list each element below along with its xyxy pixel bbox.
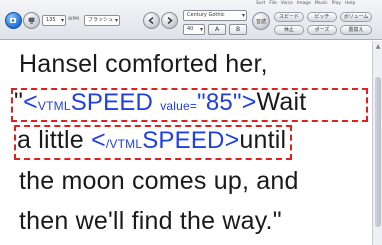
tag-prefix: VTML [37,99,71,113]
speed-unit-label: WPM [68,17,80,22]
text-line-2: "<VTMLSPEED value="85">Wait [14,85,306,119]
color-a-label: A [214,26,220,33]
menu-item[interactable]: Play [332,0,341,8]
text-color-b-button[interactable]: B [229,24,247,35]
vertical-scrollbar[interactable]: ▲ [372,41,382,245]
pitch-button[interactable]: ピッチ [307,12,337,22]
vtml-speed-close-tag: </VTMLSPEED> [91,126,239,154]
font-size-select[interactable]: 40 [183,24,205,35]
scroll-up-icon[interactable]: ▲ [374,43,382,51]
play-icon [10,18,16,23]
vtml-speed-open-tag: <VTMLSPEED value="85"> [23,88,256,116]
voice-select[interactable]: フラッシュ [84,15,120,26]
font-name-value: Century Gothic [187,12,225,18]
play-button[interactable] [5,12,22,29]
line3-leading-text: a little [17,126,92,154]
menu-item[interactable]: Voice [281,0,293,8]
menu-item[interactable]: File [269,0,277,8]
text-editor[interactable]: Hansel comforted her, "<VTMLSPEED value=… [0,41,372,245]
menu-item[interactable]: Image [297,0,311,8]
speak-button[interactable]: 音読 [252,12,270,30]
voice-select-value: フラッシュ [88,17,114,23]
back-button[interactable] [143,12,160,29]
toolbar: Sort File Voice Image Music Play Help 13… [0,0,382,40]
line2-trailing-text: Wait [256,88,307,116]
tag-gt: > [224,126,240,154]
scroll-thumb[interactable] [375,77,381,227]
tag-prefix: /VTML [105,137,143,151]
menu-item[interactable]: Help [345,0,355,8]
tag-lt: < [23,88,38,116]
color-b-label: B [235,26,241,33]
speed-button[interactable]: スピード [274,12,304,22]
volume-button[interactable]: ボリューム [340,12,372,22]
tag-lt: < [91,126,106,154]
font-name-select[interactable]: Century Gothic [183,10,247,21]
tag-attr-name: value= [160,99,198,113]
menu-strip: Sort File Voice Image Music Play Help [256,0,382,8]
back-icon [148,16,154,25]
speed-value: 135 [46,17,56,23]
voice-button[interactable] [23,12,40,29]
tag-attr-value: "85" [197,89,242,116]
tag-name: SPEED [142,127,225,154]
replace-button[interactable]: 置換え [340,25,372,35]
text-line-5: then we'll find the way." [19,207,282,235]
font-size-value: 40 [187,26,194,32]
pose-button[interactable]: ポーズ [307,25,337,35]
open-quote: " [14,88,24,116]
pause-button[interactable]: 休止 [274,25,304,35]
menu-item[interactable]: Sort [256,0,265,8]
menu-item[interactable]: Music [315,0,328,8]
forward-icon [167,16,173,25]
line3-trailing-text: until [239,126,287,154]
speed-select[interactable]: 135 [42,15,66,26]
forward-button[interactable] [161,12,178,29]
tag-gt: > [241,88,257,116]
speak-button-label: 音読 [255,18,266,25]
text-color-a-button[interactable]: A [208,24,226,35]
text-line-4: the moon comes up, and [19,167,299,195]
text-line-1: Hansel comforted her, [19,50,268,78]
text-line-3: a little </VTMLSPEED>until [17,123,286,157]
tag-name: SPEED [70,89,154,116]
voice-icon [28,17,35,24]
